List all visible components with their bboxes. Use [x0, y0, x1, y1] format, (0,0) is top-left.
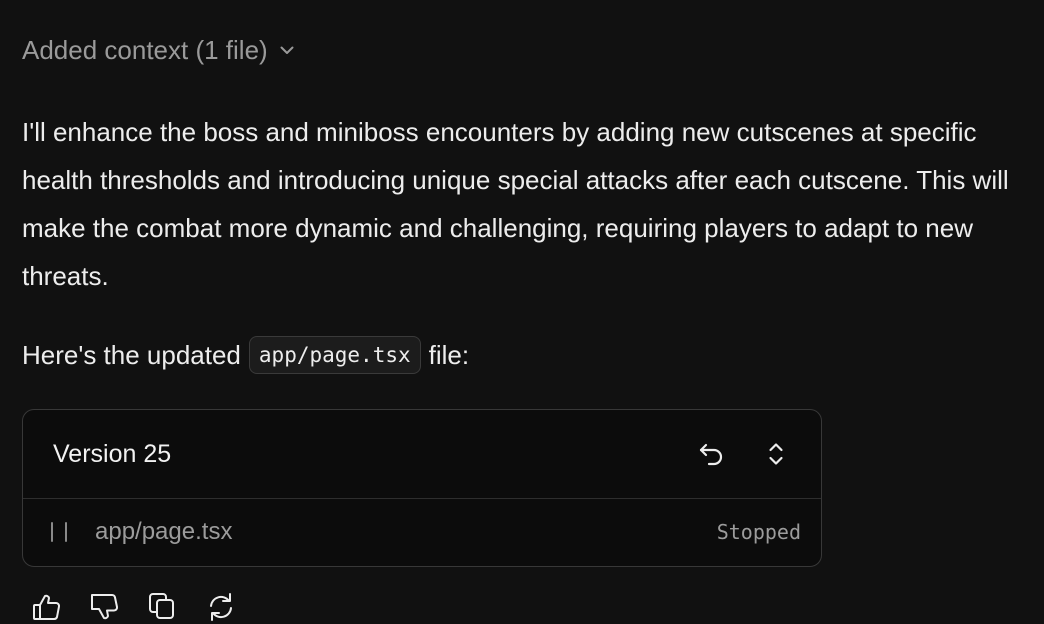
version-file-name: app/page.tsx [95, 518, 233, 545]
chevron-down-icon [278, 41, 296, 59]
thumbs-up-icon[interactable] [30, 590, 64, 624]
file-intro-prefix: Here's the updated [22, 339, 241, 370]
file-intro-line: Here's the updated app/page.tsx file: [22, 334, 469, 376]
undo-icon[interactable] [695, 437, 729, 471]
added-context-label: Added context (1 file) [22, 34, 268, 65]
thumbs-down-icon[interactable] [88, 590, 122, 624]
added-context-toggle[interactable]: Added context (1 file) [22, 32, 296, 68]
version-footer: app/page.tsx Stopped [23, 499, 821, 565]
inline-code-filename: app/page.tsx [248, 336, 421, 374]
expand-collapse-icon[interactable] [759, 437, 793, 471]
copy-icon[interactable] [146, 590, 180, 624]
refresh-icon[interactable] [204, 590, 238, 624]
version-title: Version 25 [53, 439, 172, 468]
version-header: Version 25 [23, 410, 821, 499]
feedback-actions [30, 590, 238, 624]
drag-handle-icon[interactable] [51, 522, 67, 542]
assistant-message: I'll enhance the boss and miniboss encou… [22, 117, 1009, 291]
version-actions [695, 437, 793, 471]
version-card[interactable]: Version 25 app/page.tsx Stopped [22, 409, 822, 567]
status-text: Stopped [716, 520, 801, 544]
file-intro-suffix: file: [428, 339, 470, 370]
